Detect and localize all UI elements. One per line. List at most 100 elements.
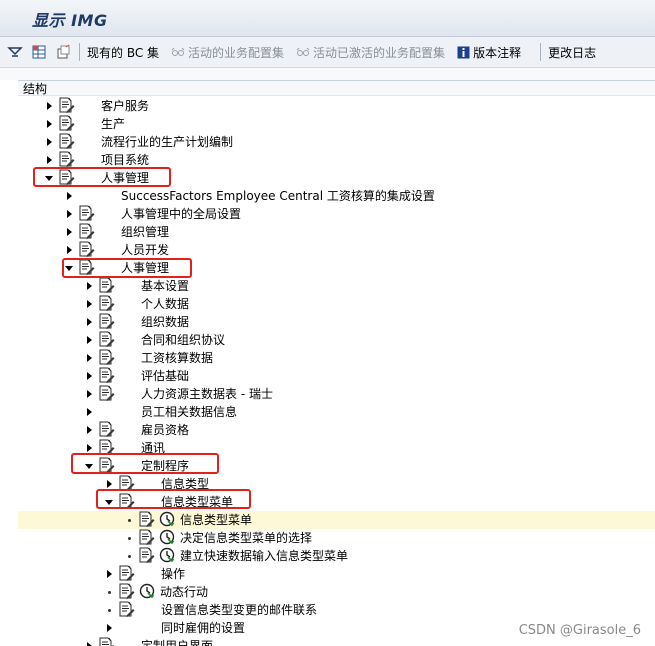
tree-node[interactable]: 基本设置 — [18, 277, 655, 295]
tree-node[interactable]: 客户服务 — [18, 97, 655, 115]
activated-bc-sets-button[interactable]: 活动已激活的业务配置集 — [296, 44, 445, 61]
leaf-bullet-icon — [124, 511, 134, 529]
tree-node-label[interactable]: 评估基础 — [141, 367, 189, 385]
expand-arrow-icon[interactable] — [44, 133, 54, 151]
tree-node-label[interactable]: 动态行动 — [160, 583, 208, 601]
info-icon — [457, 46, 470, 59]
documentation-icon[interactable] — [98, 637, 115, 646]
tree-node[interactable]: 决定信息类型菜单的选择 — [18, 529, 655, 547]
tree-node-label[interactable]: 设置信息类型变更的邮件联系 — [161, 601, 317, 619]
expand-arrow-icon[interactable] — [104, 565, 114, 583]
tree-node-label[interactable]: SuccessFactors Employee Central 工资核算的集成设… — [121, 187, 435, 205]
existing-bc-sets-button[interactable]: 现有的 BC 集 — [87, 44, 159, 61]
table-icon[interactable] — [30, 43, 48, 61]
change-log-label: 更改日志 — [548, 45, 597, 60]
tree-node-label[interactable]: 定制用户界面 — [141, 637, 213, 646]
expand-arrow-icon[interactable] — [64, 205, 74, 223]
expand-arrow-icon[interactable] — [84, 385, 94, 403]
leaf-bullet-icon — [104, 601, 114, 619]
glasses-icon — [296, 46, 310, 58]
expand-arrow-icon[interactable] — [84, 637, 94, 646]
tree-node[interactable]: 个人数据 — [18, 295, 655, 313]
expand-arrow-icon[interactable] — [84, 349, 94, 367]
highlight-box-customizing — [71, 453, 219, 474]
filter-icon[interactable] — [6, 43, 24, 61]
tree-node-label[interactable]: 同时雇佣的设置 — [161, 619, 245, 637]
watermark: CSDN @Girasole_6 — [518, 623, 641, 638]
expand-arrow-icon[interactable] — [84, 403, 94, 421]
leaf-bullet-icon — [124, 547, 134, 565]
expand-arrow-icon[interactable] — [104, 619, 114, 637]
active-bc-sets-button[interactable]: 活动的业务配置集 — [171, 44, 284, 61]
tree-node[interactable]: 组织管理 — [18, 223, 655, 241]
activated-bc-sets-label: 活动已激活的业务配置集 — [313, 45, 446, 60]
expand-arrow-icon[interactable] — [84, 277, 94, 295]
expand-arrow-icon[interactable] — [64, 187, 74, 205]
tree-node[interactable]: 雇员资格 — [18, 421, 655, 439]
release-notes-label: 版本注释 — [473, 45, 522, 60]
tree-node-label[interactable]: 个人数据 — [141, 295, 189, 313]
expand-arrow-icon[interactable] — [84, 421, 94, 439]
tree-node-label[interactable]: 合同和组织协议 — [141, 331, 225, 349]
expand-arrow-icon[interactable] — [64, 223, 74, 241]
expand-arrow-icon[interactable] — [44, 115, 54, 133]
expand-arrow-icon[interactable] — [84, 313, 94, 331]
tree-node[interactable]: 人事管理中的全局设置 — [18, 205, 655, 223]
tree-node-label[interactable]: 建立快速数据输入信息类型菜单 — [180, 547, 348, 565]
tree-node[interactable]: 建立快速数据输入信息类型菜单 — [18, 547, 655, 565]
tree-node-label[interactable]: 人员开发 — [121, 241, 169, 259]
expand-arrow-icon[interactable] — [44, 97, 54, 115]
tree-node[interactable]: 人员开发 — [18, 241, 655, 259]
expand-arrow-icon[interactable] — [84, 367, 94, 385]
highlight-box-hr-sub — [62, 258, 192, 278]
tree-node[interactable]: 工资核算数据 — [18, 349, 655, 367]
structure-header-label: 结构 — [23, 82, 48, 96]
tree-node[interactable]: 动态行动 — [18, 583, 655, 601]
tree-node-label[interactable]: 雇员资格 — [141, 421, 189, 439]
tree-node[interactable]: 生产 — [18, 115, 655, 133]
tree-node-label[interactable]: 信息类型菜单 — [180, 511, 252, 529]
tree-node[interactable]: 操作 — [18, 565, 655, 583]
tree-node-label[interactable]: 流程行业的生产计划编制 — [101, 133, 233, 151]
application-toolbar: 现有的 BC 集 活动的业务配置集 活动已激活的业务配置集 版本注释 更改日志 — [0, 37, 655, 68]
tree-node-label[interactable]: 生产 — [101, 115, 125, 133]
tree-node-label[interactable]: 操作 — [161, 565, 185, 583]
expand-arrow-icon[interactable] — [64, 241, 74, 259]
glasses-icon — [171, 46, 185, 58]
change-log-button[interactable]: 更改日志 — [548, 44, 596, 61]
highlight-box-hr-top — [33, 167, 171, 187]
expand-arrow-icon[interactable] — [84, 331, 94, 349]
tree-node[interactable]: 流程行业的生产计划编制 — [18, 133, 655, 151]
structure-header: 结构 — [18, 80, 655, 96]
tree-node-label[interactable]: 组织数据 — [141, 313, 189, 331]
tree-node[interactable]: 组织数据 — [18, 313, 655, 331]
tree-node-label[interactable]: 客户服务 — [101, 97, 149, 115]
title-bar: 显示 IMG — [0, 0, 655, 37]
expand-arrow-icon[interactable] — [84, 295, 94, 313]
highlight-box-infotype-menu — [96, 489, 251, 509]
active-bc-sets-label: 活动的业务配置集 — [188, 45, 285, 60]
tree-node-label[interactable]: 员工相关数据信息 — [141, 403, 237, 421]
tree-node-label[interactable]: 工资核算数据 — [141, 349, 213, 367]
tree-node[interactable]: 设置信息类型变更的邮件联系 — [18, 601, 655, 619]
tree-node[interactable]: 信息类型菜单 — [18, 511, 655, 529]
tree-node-label[interactable]: 人事管理中的全局设置 — [121, 205, 241, 223]
tree-node-label[interactable]: 决定信息类型菜单的选择 — [180, 529, 312, 547]
document-copy-icon[interactable] — [54, 43, 72, 61]
window-title: 显示 IMG — [32, 11, 108, 30]
tree-node[interactable]: 人力资源主数据表 - 瑞士 — [18, 385, 655, 403]
tree-node[interactable]: 合同和组织协议 — [18, 331, 655, 349]
tree-node[interactable]: SuccessFactors Employee Central 工资核算的集成设… — [18, 187, 655, 205]
release-notes-button[interactable]: 版本注释 — [457, 44, 521, 61]
leaf-bullet-icon — [124, 529, 134, 547]
tree-node-label[interactable]: 基本设置 — [141, 277, 189, 295]
tree-node[interactable]: 定制用户界面 — [18, 637, 655, 646]
tree-node-label[interactable]: 人力资源主数据表 - 瑞士 — [141, 385, 273, 403]
leaf-bullet-icon — [104, 583, 114, 601]
tree-node[interactable]: 员工相关数据信息 — [18, 403, 655, 421]
tree-node[interactable]: 评估基础 — [18, 367, 655, 385]
toolbar-spacer — [0, 68, 655, 80]
toolbar-separator — [540, 43, 542, 61]
existing-bc-sets-label: 现有的 BC 集 — [87, 45, 160, 60]
tree-node-label[interactable]: 组织管理 — [121, 223, 169, 241]
